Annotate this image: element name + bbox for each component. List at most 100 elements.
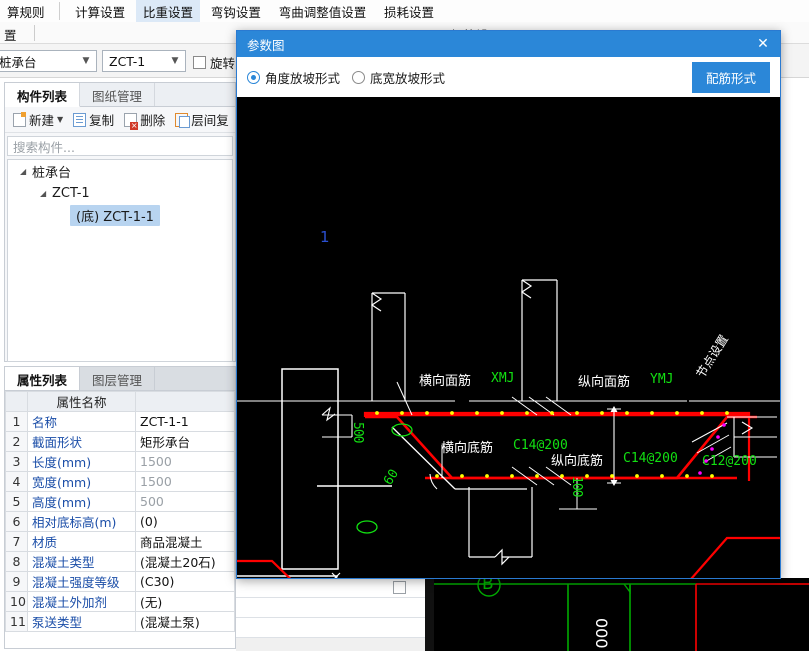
property-row-key: 宽度(mm) [27, 471, 136, 492]
property-row-value[interactable]: (无) [135, 591, 235, 612]
menu-divider [59, 2, 61, 20]
radio-unselected-icon[interactable] [352, 70, 366, 84]
dialog-title: 参数图 [247, 37, 285, 53]
property-row-key: 材质 [27, 531, 136, 552]
delete-icon [124, 112, 139, 130]
close-icon[interactable]: ✕ [752, 36, 774, 52]
property-row-index: 2 [5, 431, 28, 452]
chevron-down-icon[interactable]: ▼ [57, 115, 63, 124]
component-tree[interactable]: ◢ 桩承台 ◢ ZCT-1 (底) ZCT-1-1 [7, 159, 233, 362]
header-property-name: 属性名称 [27, 391, 136, 412]
tab-property-list[interactable]: 属性列表 [5, 367, 81, 390]
property-row[interactable]: 4 宽度(mm) 1500 [5, 471, 235, 492]
copy-button[interactable]: 复制 [69, 108, 118, 131]
tab-layer-management[interactable]: 图层管理 [80, 367, 156, 390]
property-row-index: 3 [5, 451, 28, 472]
radio-angle-slope[interactable]: 角度放坡形式 [247, 68, 340, 87]
label-longitudinal-bottom-rebar: 纵向底筋 [551, 454, 604, 469]
dialog-title-bar[interactable]: 参数图 ✕ [237, 31, 780, 57]
menu-item-weight-settings[interactable]: 比重设置 [136, 0, 201, 22]
property-row[interactable]: 6 相对底标高(m) (0) [5, 511, 235, 532]
property-row-key: 混凝土类型 [27, 551, 136, 572]
property-row[interactable]: 5 高度(mm) 500 [5, 491, 235, 512]
radio-angle-slope-label: 角度放坡形式 [265, 70, 341, 86]
table-row [236, 638, 434, 651]
vertical-scrollbar[interactable] [425, 578, 434, 651]
property-row-index: 8 [5, 551, 28, 572]
table-row [236, 578, 434, 598]
component-name-value: ZCT-1 [109, 53, 146, 69]
property-row[interactable]: 1 名称 ZCT-1-1 [5, 411, 235, 432]
property-row[interactable]: 3 长度(mm) 1500 [5, 451, 235, 472]
property-row-key: 混凝土强度等级 [27, 571, 136, 592]
rebar-dots-top [375, 411, 729, 415]
layer-copy-button[interactable]: 层间复 [171, 108, 233, 131]
property-row-index: 11 [5, 611, 28, 632]
menu-item-loss-settings[interactable]: 损耗设置 [377, 0, 441, 22]
property-row-value[interactable]: 1500 [135, 451, 235, 472]
tree-node-pile-cap[interactable]: ◢ 桩承台 [8, 160, 232, 182]
delete-button[interactable]: 删除 [120, 108, 169, 131]
property-row-index: 4 [5, 471, 28, 492]
property-row[interactable]: 11 泵送类型 (混凝土泵) [5, 611, 235, 632]
property-row-value[interactable]: (0) [135, 511, 235, 532]
property-row-value[interactable]: 商品混凝土 [135, 531, 235, 552]
cad-drawing-canvas[interactable]: B 000 [434, 578, 809, 651]
property-row-index: 6 [5, 511, 28, 532]
radio-selected-icon[interactable] [247, 70, 260, 84]
property-row-value[interactable]: ZCT-1-1 [135, 411, 235, 432]
new-button-label: 新建 [29, 113, 55, 128]
property-row-value[interactable]: (混凝土20石) [135, 551, 235, 572]
menu-item-calc-rule[interactable]: 算规则 [0, 0, 52, 22]
triangle-expanded-icon[interactable]: ◢ [20, 167, 32, 176]
property-row[interactable]: 2 截面形状 矩形承台 [5, 431, 235, 452]
chevron-down-icon: ▼ [82, 56, 90, 66]
label-side-rebar-spec: C12@200 [702, 454, 757, 469]
property-row[interactable]: 9 混凝土强度等级 (C30) [5, 571, 235, 592]
row-checkbox[interactable] [393, 581, 406, 594]
property-row-value[interactable]: (混凝土泵) [135, 611, 235, 632]
property-row-value[interactable]: 500 [135, 491, 235, 512]
rotate-checkbox[interactable] [193, 56, 206, 69]
property-row-value[interactable]: 矩形承台 [135, 431, 235, 452]
radio-bottom-width-slope-label: 底宽放坡形式 [370, 70, 446, 86]
search-component-input[interactable]: 搜索构件... [7, 136, 233, 156]
tab-drawing-management[interactable]: 图纸管理 [80, 83, 156, 106]
menu-item-calc-settings[interactable]: 计算设置 [68, 0, 132, 22]
label-longitudinal-top-rebar: 纵向面筋 [578, 375, 631, 390]
tree-node-zct-1[interactable]: ◢ ZCT-1 [8, 182, 232, 204]
delete-button-label: 删除 [140, 113, 166, 128]
tree-node-label: (底) ZCT-1-1 [70, 204, 160, 226]
property-row-value[interactable]: 1500 [135, 471, 235, 492]
layer-copy-icon [175, 112, 191, 128]
tree-node-zct-1-1[interactable]: (底) ZCT-1-1 [8, 204, 232, 226]
property-row-index: 10 [5, 591, 28, 612]
parameter-drawing-svg [237, 279, 780, 578]
drawing-viewport[interactable]: 1 横向面筋 XMJ 纵向面筋 YMJ 横向底筋 C14@200 纵向底筋 C1… [237, 97, 780, 578]
property-row-value[interactable]: (C30) [135, 571, 235, 592]
drawing-caption: 全部翻起 [489, 574, 637, 578]
dialog-options-bar: 角度放坡形式 底宽放坡形式 配筋形式 [237, 57, 780, 97]
radio-bottom-width-slope[interactable]: 底宽放坡形式 [352, 68, 445, 87]
property-row[interactable]: 10 混凝土外加剂 (无) [5, 591, 235, 612]
header-value [135, 391, 235, 412]
component-type-value: 桩承台 [0, 54, 37, 70]
cad-dimension-text: 000 [592, 618, 611, 649]
component-name-dropdown[interactable]: ZCT-1 ▼ [102, 50, 186, 72]
component-type-dropdown[interactable]: 桩承台 ▼ [0, 50, 97, 72]
property-row-key: 混凝土外加剂 [27, 591, 136, 612]
property-row[interactable]: 8 混凝土类型 (混凝土20石) [5, 551, 235, 572]
property-row[interactable]: 7 材质 商品混凝土 [5, 531, 235, 552]
property-row-key: 长度(mm) [27, 451, 136, 472]
tab-component-list[interactable]: 构件列表 [5, 83, 81, 107]
axis-label-b: B [482, 578, 494, 594]
menu-item-hook-settings[interactable]: 弯钩设置 [204, 0, 268, 22]
rotate-checkbox-group[interactable]: 旋转 [193, 53, 235, 72]
property-panel: 属性列表 图层管理 属性名称 1 名称 ZCT-1-1 2 截面形状 矩形承台 3 长度(mm… [4, 366, 236, 649]
reinforcement-form-button[interactable]: 配筋形式 [691, 61, 770, 93]
menu-item-bend-adjust-settings[interactable]: 弯曲调整值设置 [272, 0, 374, 22]
new-button[interactable]: 新建 ▼ [9, 108, 67, 131]
rotate-checkbox-label: 旋转 [210, 56, 236, 71]
triangle-expanded-icon[interactable]: ◢ [40, 189, 52, 198]
copy-button-label: 复制 [89, 113, 115, 128]
